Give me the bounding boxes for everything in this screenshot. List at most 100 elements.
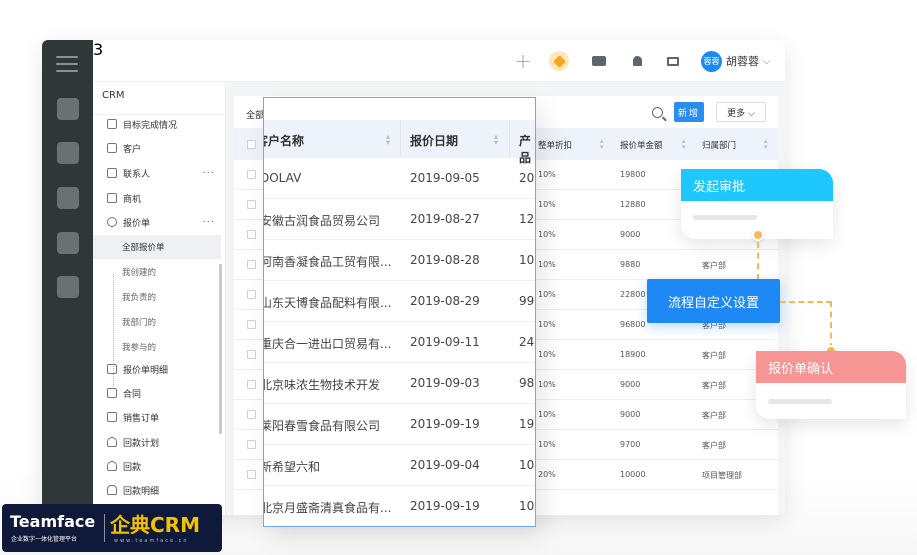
select-all-checkbox[interactable] bbox=[247, 140, 256, 149]
sidebar-subitem-owned[interactable]: 我负责的 bbox=[93, 285, 221, 309]
table-row[interactable]: 重庆合一进出口贸易有... 2019-09-11 249 bbox=[264, 322, 535, 363]
contact-icon bbox=[107, 168, 117, 178]
table-row[interactable]: 莱阳春雪食品有限公司 2019-09-19 198 bbox=[264, 404, 535, 445]
row-checkbox[interactable] bbox=[247, 170, 256, 179]
sidebar-item-payments[interactable]: 回款 bbox=[107, 456, 223, 476]
sidebar-subitem-department[interactable]: 我部门的 bbox=[93, 310, 221, 334]
row-checkbox[interactable] bbox=[247, 380, 256, 389]
app-icon[interactable] bbox=[57, 98, 79, 120]
search-icon[interactable] bbox=[652, 107, 663, 118]
more-icon[interactable]: ··· bbox=[202, 168, 215, 179]
customer-name-cell[interactable]: 山东天博食品配料有限... bbox=[264, 294, 391, 311]
sort-icon[interactable]: ▴ ▾ bbox=[682, 138, 686, 151]
sidebar-subitem-participated[interactable]: 我参与的 bbox=[93, 335, 221, 359]
row-checkbox[interactable] bbox=[247, 230, 256, 239]
floating-table-card: 客户名称 ▴▾ 报价日期 ▴▾ 产品 DOLAV 2019-09-05 200 安徽古… bbox=[263, 97, 536, 527]
sort-icon[interactable]: ▴ ▾ bbox=[386, 133, 390, 147]
sidebar-item-payment-details[interactable]: 回款明细 bbox=[107, 480, 223, 500]
sidebar-subitem-all-quotes[interactable]: 全部报价单 bbox=[93, 235, 221, 259]
app-icon[interactable] bbox=[57, 232, 79, 254]
filter-label[interactable]: 全部 bbox=[246, 108, 264, 121]
column-header[interactable]: 报价单金额 bbox=[620, 139, 663, 151]
product-cell: 100 bbox=[519, 253, 535, 267]
quote-date-cell: 2019-09-19 bbox=[410, 499, 480, 513]
quote-confirm-card[interactable]: 报价单确认 bbox=[756, 351, 906, 419]
notification-button[interactable] bbox=[627, 40, 647, 82]
product-cell: 980 bbox=[519, 376, 535, 390]
sidebar-item-label: 商机 bbox=[123, 194, 142, 205]
sort-icon[interactable]: ▴ ▾ bbox=[764, 138, 768, 151]
table-row[interactable]: 北京月盛斋清真食品有... 2019-09-19 100 bbox=[264, 486, 535, 526]
row-checkbox[interactable] bbox=[247, 470, 256, 479]
payment-icon bbox=[107, 461, 117, 471]
brand-name: Teamface bbox=[10, 512, 96, 531]
sidebar-scrollbar[interactable] bbox=[219, 264, 222, 434]
customer-name-cell[interactable]: 北京味浓生物技术开发 bbox=[264, 376, 380, 393]
quote-icon bbox=[107, 217, 117, 227]
column-header[interactable]: 客户名称 bbox=[264, 132, 304, 149]
row-checkbox[interactable] bbox=[247, 200, 256, 209]
app-icon[interactable] bbox=[57, 187, 79, 209]
more-icon[interactable]: ··· bbox=[202, 217, 215, 228]
discount-cell: 10% bbox=[538, 290, 556, 299]
department-cell: 客户部 bbox=[702, 381, 726, 390]
sort-icon[interactable]: ▴ ▾ bbox=[494, 133, 498, 147]
bell-icon bbox=[632, 56, 642, 66]
sidebar-item-payment-plans[interactable]: 回款计划 bbox=[107, 432, 223, 452]
payment-plan-icon bbox=[107, 437, 117, 447]
row-checkbox[interactable] bbox=[247, 320, 256, 329]
quote-confirm-title: 报价单确认 bbox=[756, 351, 906, 383]
table-row[interactable]: 新希望六和 2019-09-04 100 bbox=[264, 445, 535, 486]
amount-cell: 18900 bbox=[620, 350, 646, 359]
row-checkbox[interactable] bbox=[247, 260, 256, 269]
sidebar-item-goals[interactable]: 目标完成情况 bbox=[107, 114, 223, 134]
row-checkbox[interactable] bbox=[247, 440, 256, 449]
product-cell: 100 bbox=[519, 458, 535, 472]
sidebar-item-contacts[interactable]: 联系人 ··· bbox=[107, 163, 223, 183]
sidebar-item-quote-details[interactable]: 报价单明细 bbox=[107, 359, 223, 379]
row-checkbox[interactable] bbox=[247, 350, 256, 359]
customer-name-cell[interactable]: 重庆合一进出口贸易有... bbox=[264, 335, 391, 352]
customer-name-cell[interactable]: 北京月盛斋清真食品有... bbox=[264, 499, 391, 516]
sidebar-item-label: 销售订单 bbox=[123, 413, 160, 424]
plus-icon: + bbox=[514, 49, 532, 73]
customer-name-cell[interactable]: 安徽古润食品贸易公司 bbox=[264, 212, 380, 229]
table-row[interactable]: 山东天博食品配料有限... 2019-08-29 998 bbox=[264, 281, 535, 322]
sidebar-item-contracts[interactable]: 合同 bbox=[107, 383, 223, 403]
sidebar: CRM 目标完成情况 客户 联系人 ··· 商机 报价单 ··· 全部报价单 我创建… bbox=[93, 82, 226, 515]
column-header[interactable]: 报价日期 bbox=[410, 132, 458, 149]
tag-button[interactable] bbox=[547, 40, 571, 82]
department-cell: 项目管理部 bbox=[702, 471, 742, 480]
row-checkbox[interactable] bbox=[247, 290, 256, 299]
table-row[interactable]: 北京味浓生物技术开发 2019-09-03 980 bbox=[264, 363, 535, 404]
table-row[interactable]: DOLAV 2019-09-05 200 bbox=[264, 158, 535, 199]
mail-button[interactable] bbox=[587, 40, 611, 82]
new-button[interactable]: 新增 bbox=[674, 102, 704, 122]
sidebar-item-quotes[interactable]: 报价单 ··· bbox=[107, 212, 223, 232]
column-header[interactable]: 归属部门 bbox=[702, 139, 736, 151]
customer-name-cell[interactable]: 莱阳春雪食品有限公司 bbox=[264, 417, 380, 434]
teamface-logo: Teamface 企业数字一体化管理平台 企典CRM www.teamface.… bbox=[2, 504, 222, 552]
row-checkbox[interactable] bbox=[247, 410, 256, 419]
flow-custom-settings-button[interactable]: 流程自定义设置 bbox=[647, 279, 780, 323]
add-button[interactable]: + bbox=[513, 40, 533, 82]
hamburger-menu-icon[interactable] bbox=[56, 56, 78, 74]
product-cell: 129 bbox=[519, 212, 535, 226]
sidebar-item-customers[interactable]: 客户 bbox=[107, 138, 223, 158]
sort-icon[interactable]: ▴ ▾ bbox=[600, 138, 604, 151]
sidebar-item-opportunities[interactable]: 商机 bbox=[107, 188, 223, 208]
customer-name-cell[interactable]: DOLAV bbox=[264, 171, 301, 185]
sidebar-item-sales-orders[interactable]: 销售订单 bbox=[107, 407, 223, 427]
sidebar-subitem-created[interactable]: 我创建的 bbox=[93, 260, 221, 284]
help-button[interactable] bbox=[663, 40, 683, 82]
app-icon[interactable] bbox=[57, 276, 79, 298]
table-row[interactable]: 安徽古润食品贸易公司 2019-08-27 129 bbox=[264, 199, 535, 240]
table-row[interactable]: 河南香凝食品工贸有限... 2019-08-28 100 bbox=[264, 240, 535, 281]
user-menu[interactable]: 蓉蓉 胡蓉蓉 ⌵ bbox=[701, 40, 781, 82]
customer-name-cell[interactable]: 河南香凝食品工贸有限... bbox=[264, 253, 391, 270]
sidebar-item-label: 报价单 bbox=[123, 218, 151, 229]
more-button[interactable]: 更多 ⌵ bbox=[716, 102, 766, 122]
customer-name-cell[interactable]: 新希望六和 bbox=[264, 458, 320, 475]
app-icon[interactable] bbox=[57, 142, 79, 164]
column-header[interactable]: 整单折扣 bbox=[538, 139, 572, 151]
